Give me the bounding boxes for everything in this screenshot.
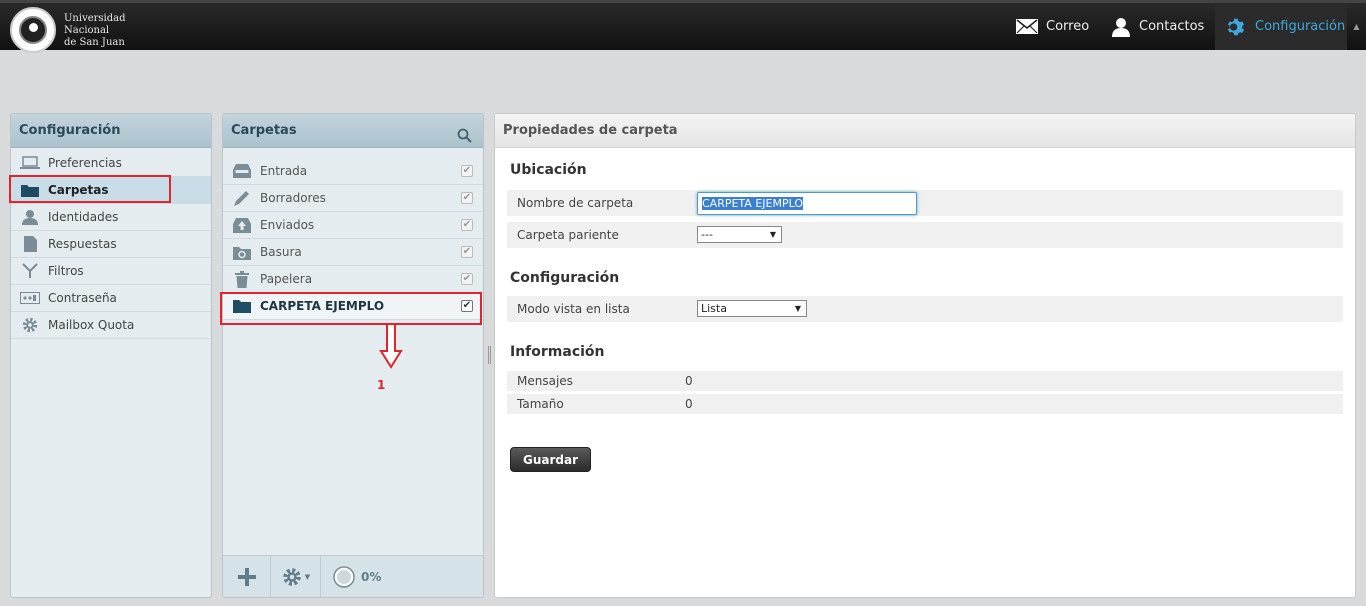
envelope-icon: [1016, 19, 1038, 34]
messages-row: Mensajes 0: [507, 371, 1343, 391]
nav-settings-label: Configuración: [1255, 19, 1346, 34]
quota-value: 0%: [361, 569, 382, 584]
filter-icon: [20, 263, 40, 279]
folders-panel-header: Carpetas: [223, 114, 483, 148]
panel-splitter[interactable]: [487, 346, 492, 364]
view-mode-select[interactable]: Lista ▼: [697, 300, 807, 317]
person-icon: [1112, 17, 1130, 37]
folder-label: Entrada: [260, 164, 308, 178]
folder-name-label: Nombre de carpeta: [517, 196, 634, 210]
folders-panel: Carpetas Entrada ✔ Borradores ✔ Enviados…: [222, 113, 484, 598]
search-icon[interactable]: [457, 123, 473, 143]
settings-item-mailbox-quota[interactable]: Mailbox Quota: [11, 312, 211, 339]
nav-contacts-label: Contactos: [1139, 19, 1205, 34]
junk-icon: [232, 243, 252, 261]
caret-down-icon: ▼: [304, 572, 311, 581]
document-icon: [20, 236, 40, 252]
folder-properties-panel: Propiedades de carpeta Ubicación Nombre …: [494, 113, 1356, 598]
folder-item-trash[interactable]: Papelera ✔: [223, 266, 483, 293]
folder-item-drafts[interactable]: Borradores ✔: [223, 185, 483, 212]
annotation-number: 1: [377, 378, 386, 392]
messages-label: Mensajes: [517, 374, 573, 388]
view-mode-label: Modo vista en lista: [517, 302, 630, 316]
person-icon: [20, 209, 40, 225]
annotation-arrow-icon: [379, 323, 403, 369]
folder-label: Borradores: [260, 191, 326, 205]
caret-down-icon: ▼: [794, 304, 801, 313]
parent-folder-row: Carpeta pariente --- ▼: [507, 222, 1343, 248]
subscribe-checkbox[interactable]: ✔: [461, 219, 473, 231]
size-value: 0: [685, 397, 693, 411]
settings-item-label: Respuestas: [48, 237, 117, 251]
parent-folder-select[interactable]: --- ▼: [697, 226, 782, 243]
nav-menu-toggle[interactable]: ▲: [1347, 3, 1366, 50]
settings-item-label: Mailbox Quota: [48, 318, 135, 332]
settings-item-filters[interactable]: Filtros: [11, 258, 211, 285]
gear-icon: [283, 567, 301, 586]
folders-footer: ▼ 0%: [223, 555, 483, 597]
section-settings-title: Configuración: [510, 270, 620, 286]
folder-label: Papelera: [260, 272, 313, 286]
highlight-folders-menu: [9, 175, 171, 203]
folder-item-sent[interactable]: Enviados ✔: [223, 212, 483, 239]
settings-item-password[interactable]: Contraseña: [11, 285, 211, 312]
subscribe-checkbox[interactable]: ✔: [461, 192, 473, 204]
inbox-icon: [232, 162, 252, 180]
sent-icon: [232, 216, 252, 234]
settings-item-label: Identidades: [48, 210, 119, 224]
size-label: Tamaño: [517, 397, 564, 411]
university-name: Universidad Nacional de San Juan: [64, 13, 126, 48]
gear-icon: [20, 317, 40, 333]
folder-item-inbox[interactable]: Entrada ✔: [223, 158, 483, 185]
settings-item-identities[interactable]: Identidades: [11, 204, 211, 231]
folder-item-junk[interactable]: Basura ✔: [223, 239, 483, 266]
subscribe-checkbox[interactable]: ✔: [461, 273, 473, 285]
settings-item-label: Contraseña: [48, 291, 117, 305]
nav-contacts[interactable]: Contactos: [1111, 3, 1204, 50]
subscribe-checkbox[interactable]: ✔: [461, 165, 473, 177]
trash-icon: [232, 270, 252, 288]
pencil-icon: [232, 189, 252, 207]
subscribe-checkbox[interactable]: ✔: [461, 246, 473, 258]
section-info-title: Información: [510, 344, 605, 360]
university-logo[interactable]: Universidad Nacional de San Juan: [10, 7, 126, 53]
messages-value: 0: [685, 374, 693, 388]
nav-mail-label: Correo: [1046, 19, 1090, 34]
folder-name-row: Nombre de carpeta CARPETA EJEMPLO: [507, 190, 1343, 216]
view-mode-row: Modo vista en lista Lista ▼: [507, 296, 1343, 322]
caret-up-icon: ▲: [1353, 22, 1360, 31]
folder-name-input[interactable]: CARPETA EJEMPLO: [697, 192, 917, 215]
settings-panel-title: Configuración: [11, 114, 211, 148]
caret-down-icon: ▼: [769, 230, 776, 239]
top-bar: Universidad Nacional de San Juan Correo …: [0, 0, 1366, 53]
settings-item-responses[interactable]: Respuestas: [11, 231, 211, 258]
settings-item-label: Filtros: [48, 264, 84, 278]
gear-icon: [1227, 18, 1245, 35]
plus-icon: [237, 567, 256, 586]
folder-label: Enviados: [260, 218, 315, 232]
save-button[interactable]: Guardar: [510, 447, 591, 472]
laptop-icon: [20, 155, 40, 171]
quota-pie-icon: [333, 565, 355, 588]
password-icon: [20, 290, 40, 306]
quota-indicator: 0%: [321, 565, 382, 588]
parent-folder-label: Carpeta pariente: [517, 228, 619, 242]
size-row: Tamaño 0: [507, 394, 1343, 414]
university-seal-icon: [10, 7, 56, 53]
nav-mail[interactable]: Correo: [1016, 3, 1089, 50]
highlight-new-folder: [220, 292, 482, 325]
folder-label: Basura: [260, 245, 302, 259]
folder-actions-button[interactable]: ▼: [271, 555, 321, 597]
settings-item-preferences[interactable]: Preferencias: [11, 150, 211, 177]
nav-settings[interactable]: Configuración: [1215, 3, 1347, 50]
add-folder-button[interactable]: [223, 555, 271, 597]
folders-panel-title: Carpetas: [231, 123, 297, 138]
section-location-title: Ubicación: [510, 162, 587, 178]
folder-properties-title: Propiedades de carpeta: [495, 114, 1355, 148]
settings-item-label: Preferencias: [48, 156, 122, 170]
